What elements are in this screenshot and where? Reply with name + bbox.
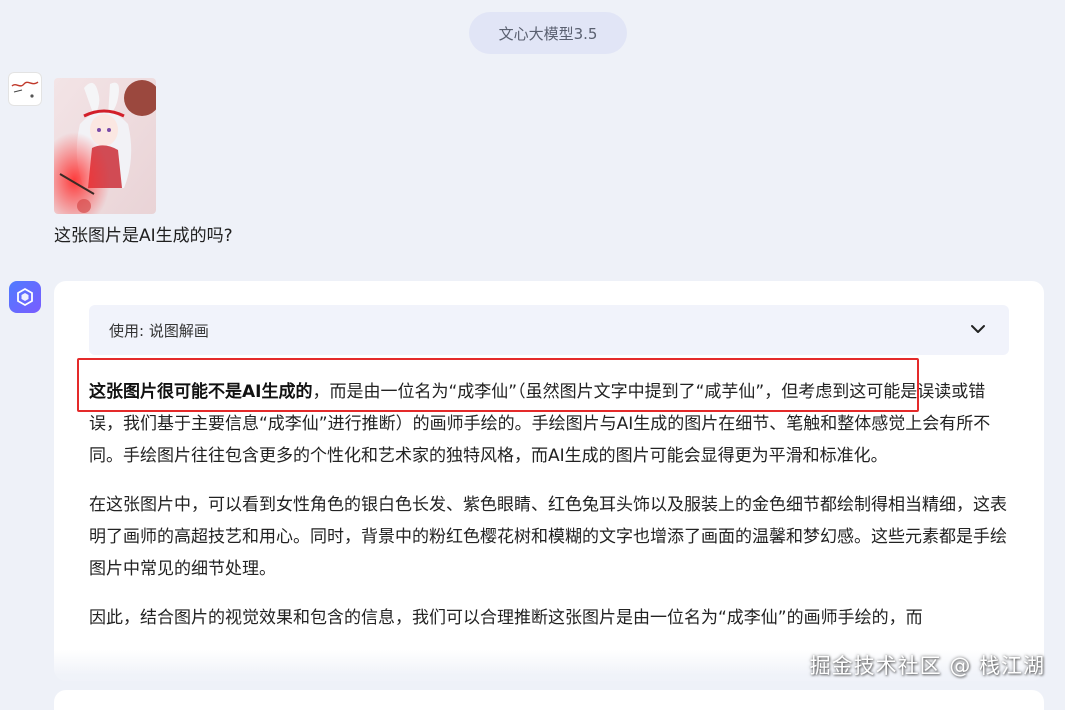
answer-paragraph-3: 因此，结合图片的视觉效果和包含的信息，我们可以合理推断这张图片是由一位名为“成李…	[89, 608, 923, 628]
plugin-label: 使用: 说图解画	[109, 321, 209, 340]
input-box-edge[interactable]	[54, 690, 1044, 710]
bot-avatar-icon	[9, 281, 41, 313]
plugin-usage-bar[interactable]: 使用: 说图解画	[89, 305, 1009, 355]
watermark: 掘金技术社区 @ 栈江湖	[809, 654, 1045, 678]
answer-paragraph-2: 在这张图片中，可以看到女性角色的银白色长发、紫色眼睛、红色兔耳头饰以及服装上的金…	[89, 495, 1007, 579]
user-question-text: 这张图片是AI生成的吗?	[54, 226, 233, 246]
answer-paragraph-1: 这张图片很可能不是AI生成的，而是由一位名为“成李仙”（虽然图片文字中提到了“咸…	[89, 376, 1014, 472]
answer-conclusion: 这张图片很可能不是AI生成的	[89, 382, 313, 402]
uploaded-image[interactable]	[54, 78, 156, 214]
answer-body: 这张图片很可能不是AI生成的，而是由一位名为“成李仙”（虽然图片文字中提到了“咸…	[89, 376, 1014, 651]
model-selector[interactable]: 文心大模型3.5	[469, 12, 627, 54]
model-name: 文心大模型3.5	[498, 24, 598, 43]
user-avatar	[8, 72, 42, 106]
bot-answer-card: 使用: 说图解画 这张图片很可能不是AI生成的，而是由一位名为“成李仙”（虽然图…	[54, 281, 1044, 681]
chevron-down-icon[interactable]	[969, 320, 987, 338]
